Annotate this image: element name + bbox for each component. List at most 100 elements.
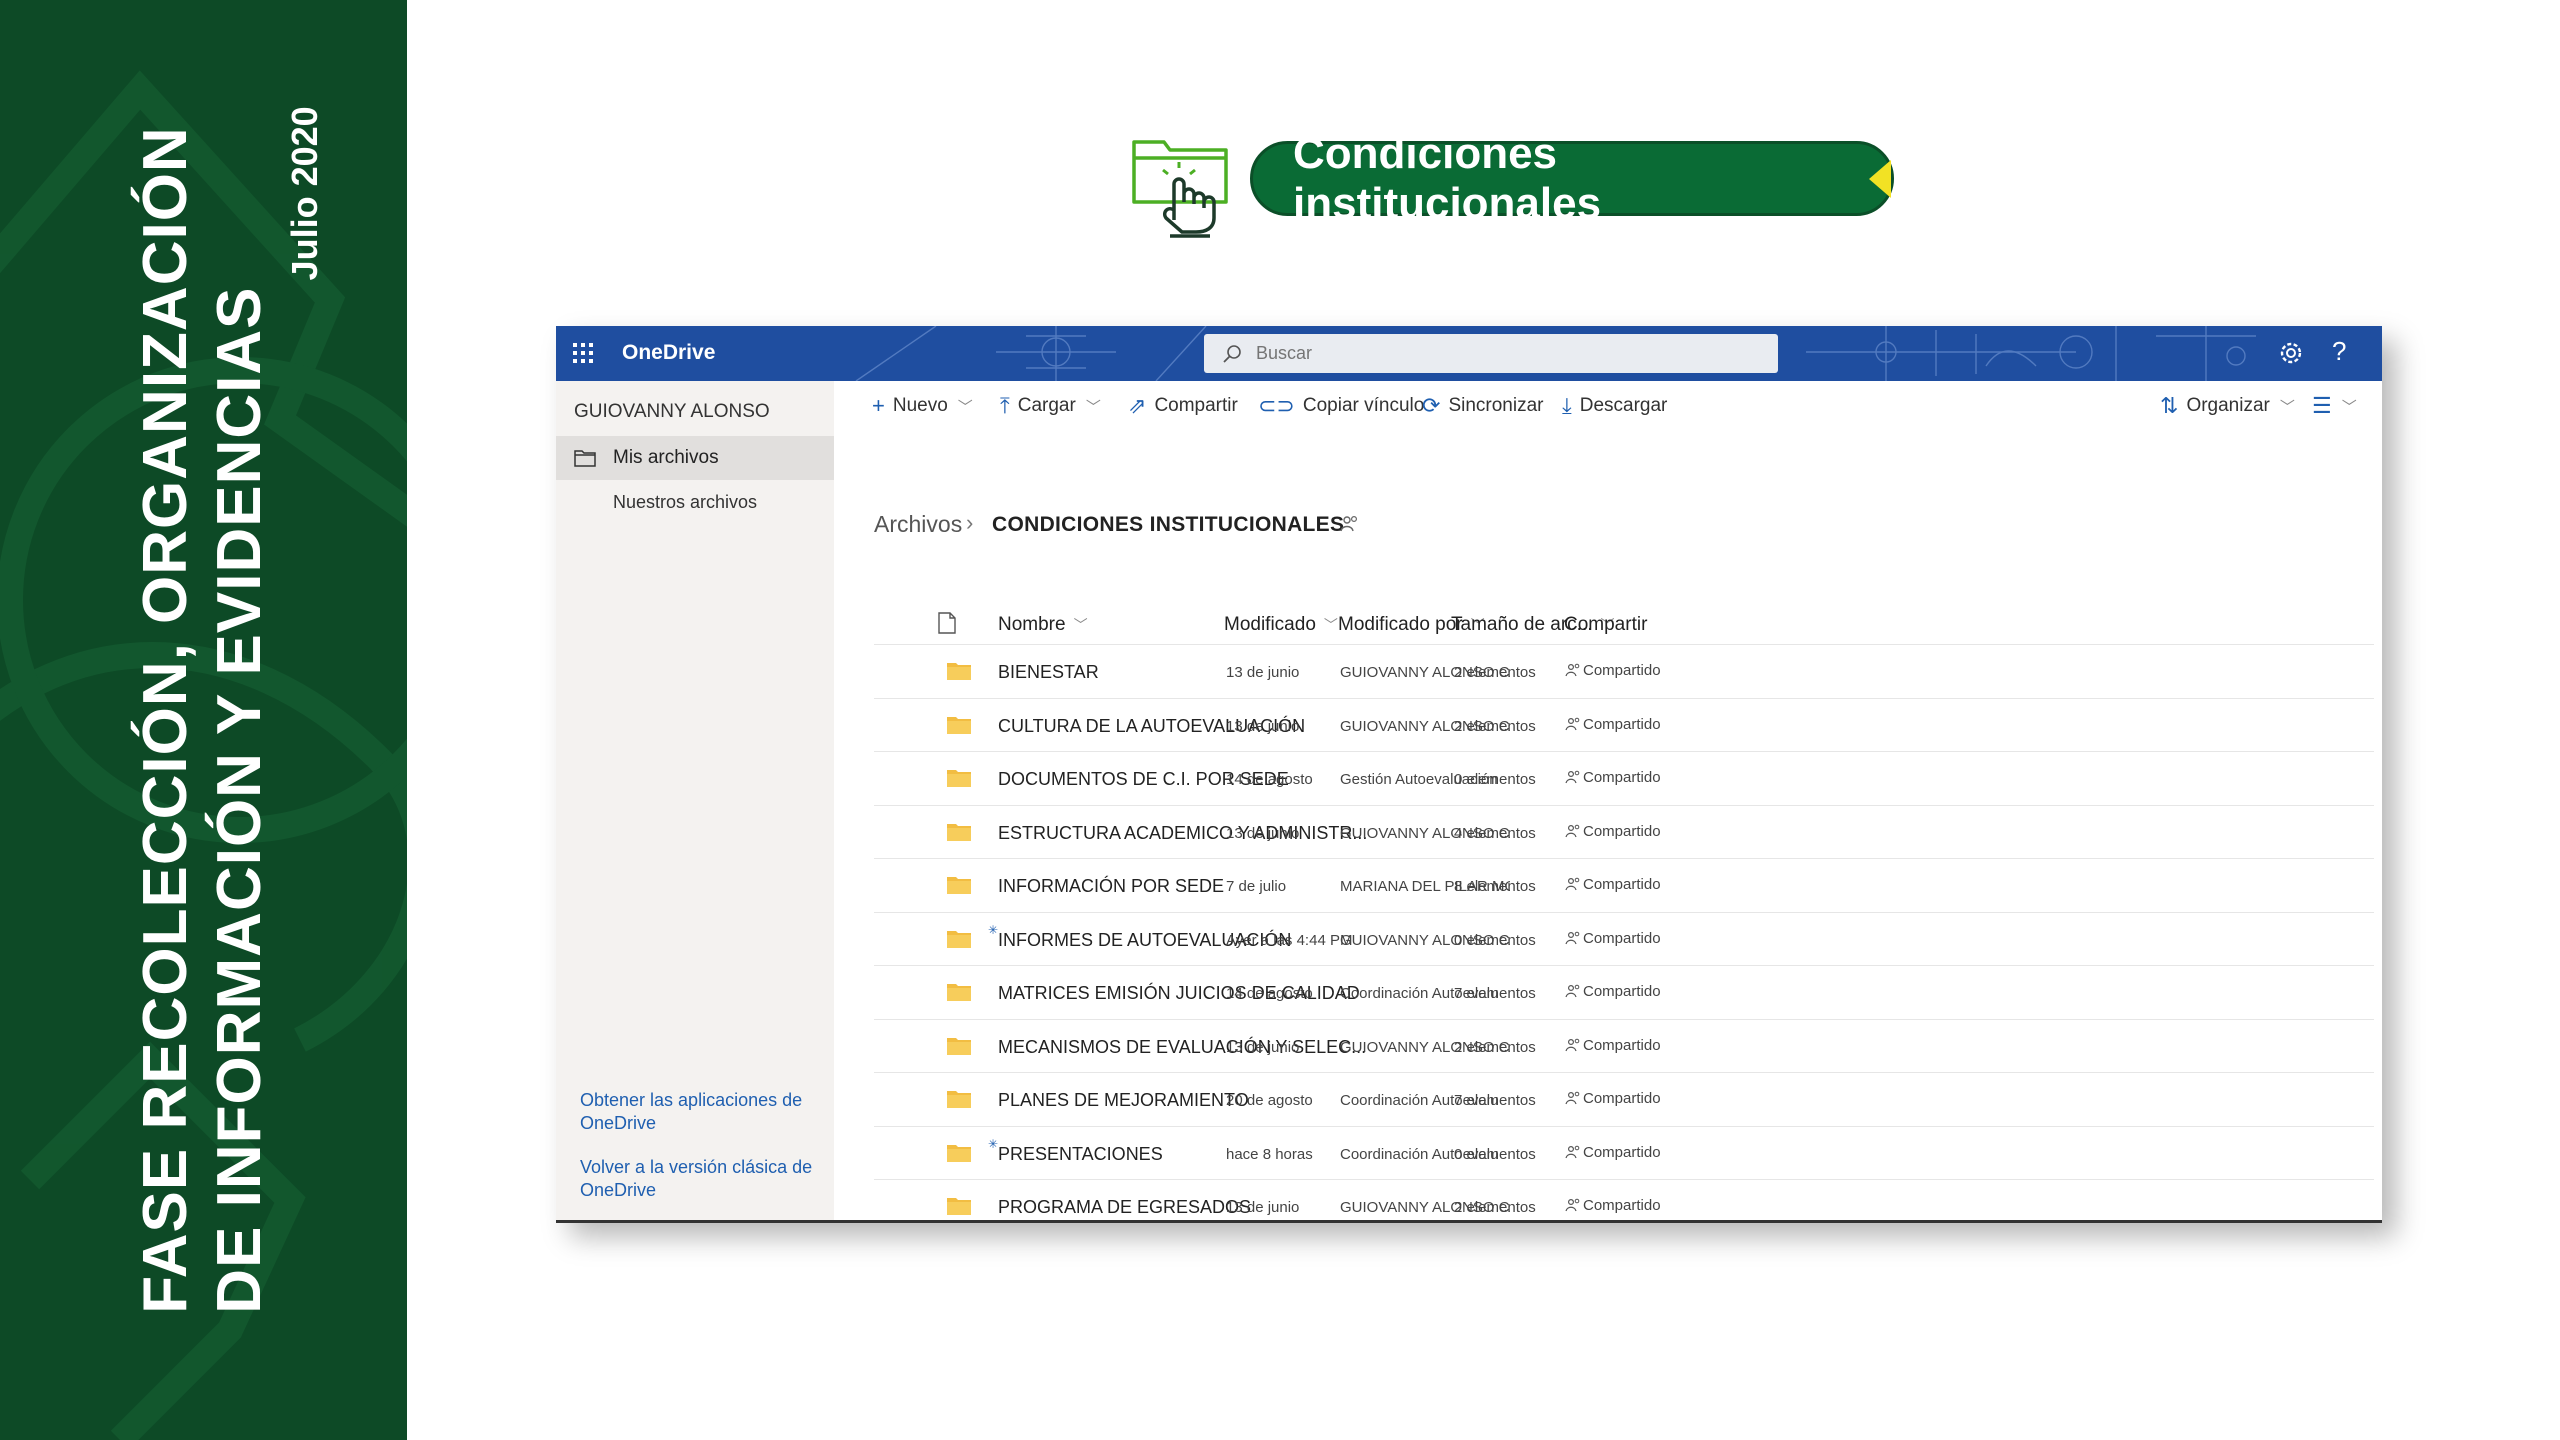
modified-date: hace 8 horas <box>1226 1145 1313 1163</box>
share-label: Compartir <box>1154 395 1238 416</box>
table-row[interactable]: ✳ PRESENTACIONES hace 8 horas Coordinación … <box>874 1125 2374 1179</box>
view-options-button[interactable]: ☰ ﹀ <box>2312 392 2357 420</box>
sharing-status[interactable]: Compartido <box>1565 769 1661 786</box>
nav-label: Nuestros archivos <box>613 491 758 512</box>
sharing-label: Compartido <box>1583 1197 1661 1214</box>
breadcrumb-root[interactable]: Archivos <box>874 511 962 538</box>
file-name[interactable]: MECANISMOS DE EVALUACIÓN Y SELEC... <box>998 1037 1366 1058</box>
modified-date: 13 de junio <box>1226 1038 1300 1056</box>
file-size: 2 elementos <box>1454 1199 1536 1216</box>
app-title[interactable]: OneDrive <box>622 341 715 365</box>
shared-people-icon <box>1340 515 1358 532</box>
file-name[interactable]: PROGRAMA DE EGRESADOS <box>998 1197 1251 1218</box>
file-size: 7 elementos <box>1454 1092 1536 1109</box>
onedrive-window: OneDrive ? GUIOVANNY ALONSO Mis archivos… <box>556 326 2382 1223</box>
plus-icon: + <box>872 393 885 418</box>
copy-link-button[interactable]: ⊂⊃ Copiar vínculo <box>1258 392 1424 420</box>
upload-button[interactable]: ⤒ Cargar ﹀ <box>1000 392 1101 420</box>
table-row[interactable]: PROGRAMA DE EGRESADOS 13 de junio GUIOVANN… <box>874 1179 2374 1223</box>
table-row[interactable]: ESTRUCTURA ACADEMICO Y ADMINISTR... 13 de… <box>874 804 2374 858</box>
table-row[interactable]: MECANISMOS DE EVALUACIÓN Y SELEC... 13 de… <box>874 1018 2374 1072</box>
breadcrumb-current: CONDICIONES INSTITUCIONALES <box>992 513 1345 536</box>
side-banner: FASE RECOLECCIÓN, ORGANIZACIÓN DE INFORM… <box>0 0 407 1440</box>
sharing-label: Compartido <box>1583 769 1661 786</box>
column-header-modificado[interactable]: Modificado ﹀ <box>1224 614 1338 636</box>
folder-icon <box>947 663 971 680</box>
window-bottom-border <box>556 1220 2382 1223</box>
file-type-icon[interactable] <box>938 612 956 634</box>
file-size: 2 elementos <box>1454 1038 1536 1056</box>
arrow-left-icon <box>1869 159 1891 198</box>
sharing-status[interactable]: Compartido <box>1565 983 1661 1000</box>
file-size: 0 elementos <box>1454 771 1536 788</box>
file-name[interactable]: BIENESTAR <box>998 662 1099 683</box>
file-size: 0 elementos <box>1454 1145 1536 1163</box>
download-button[interactable]: ⤓ Descargar <box>1562 392 1667 420</box>
sharing-status[interactable]: Compartido <box>1565 876 1661 893</box>
sort-button[interactable]: ⇅ Organizar ﹀ <box>2160 392 2295 420</box>
classic-version-link[interactable]: Volver a la versión clásica de OneDrive <box>580 1156 820 1202</box>
nav-item-mis-archivos[interactable]: Mis archivos <box>556 436 834 480</box>
table-row[interactable]: MATRICES EMISIÓN JUICIOS DE CALIDAD 14 de… <box>874 965 2374 1018</box>
chevron-down-icon: ﹀ <box>957 398 973 416</box>
column-header-nombre[interactable]: Nombre ﹀ <box>998 614 1088 636</box>
sort-icon: ⇅ <box>2160 393 2179 418</box>
shared-people-icon <box>1565 1091 1580 1105</box>
shared-people-icon <box>1565 717 1580 730</box>
banner-title-line1: FASE RECOLECCIÓN, ORGANIZACIÓN <box>131 126 200 1314</box>
banner-title-line2: DE INFORMACIÓN Y EVIDENCIAS <box>205 286 274 1314</box>
app-launcher-icon[interactable] <box>570 340 596 366</box>
file-size: 8 elementos <box>1454 878 1536 895</box>
section-title-pill: Condiciones institucionales <box>1250 129 1894 228</box>
table-row[interactable]: INFORMACIÓN POR SEDE 7 de julio MARIANA DE… <box>874 858 2374 911</box>
table-row[interactable]: BIENESTAR 13 de junio GUIOVANNY ALONSO CA 2… <box>874 644 2374 697</box>
banner-title: FASE RECOLECCIÓN, ORGANIZACIÓN DE INFORM… <box>129 106 325 1314</box>
sync-button[interactable]: ⟳ Sincronizar <box>1422 392 1543 420</box>
help-icon[interactable]: ? <box>2332 336 2356 370</box>
share-button[interactable]: ⇗ Compartir <box>1128 392 1238 420</box>
file-name[interactable]: PLANES DE MEJORAMIENTO <box>998 1090 1249 1111</box>
gear-icon[interactable] <box>2276 338 2306 368</box>
search-input[interactable] <box>1256 343 1778 364</box>
sharing-label: Compartido <box>1583 1036 1661 1054</box>
file-name[interactable]: PRESENTACIONES <box>998 1144 1163 1165</box>
file-name[interactable]: ESTRUCTURA ACADEMICO Y ADMINISTR... <box>998 823 1367 844</box>
shared-people-icon <box>1565 663 1580 677</box>
sync-label: Sincronizar <box>1448 395 1544 416</box>
table-row[interactable]: CULTURA DE LA AUTOEVALUACIÓN 13 de junio G… <box>874 697 2374 751</box>
chevron-down-icon: ﹀ <box>2341 398 2357 416</box>
sharing-status[interactable]: Compartido <box>1565 716 1661 733</box>
sharing-status[interactable]: Compartido <box>1565 1037 1661 1054</box>
file-name[interactable]: INFORMACIÓN POR SEDE <box>998 876 1224 897</box>
folder-icon <box>947 1091 971 1108</box>
list-view-icon: ☰ <box>2312 393 2332 418</box>
column-header-compartir[interactable]: Compartir <box>1564 614 1647 636</box>
download-label: Descargar <box>1579 395 1668 416</box>
sharing-label: Compartido <box>1583 822 1661 840</box>
sharing-status[interactable]: Compartido <box>1565 1090 1661 1107</box>
nav-item-nuestros-archivos[interactable]: Nuestros archivos <box>556 480 834 524</box>
modified-date: 13 de junio <box>1226 664 1300 681</box>
new-button[interactable]: + Nuevo ﹀ <box>872 392 973 420</box>
shared-people-icon <box>1565 1198 1580 1212</box>
get-apps-link[interactable]: Obtener las aplicaciones de OneDrive <box>580 1089 820 1135</box>
copy-link-label: Copiar vínculo <box>1302 395 1425 416</box>
table-row[interactable]: PLANES DE MEJORAMIENTO 20 de agosto Coordi… <box>874 1072 2374 1125</box>
modified-date: Ayer a las 4:44 PM <box>1226 931 1353 949</box>
sharing-status[interactable]: Compartido <box>1565 1144 1661 1161</box>
sharing-status[interactable]: Compartido <box>1565 662 1661 679</box>
file-size: 7 elementos <box>1454 985 1536 1002</box>
sharing-status[interactable]: Compartido <box>1565 1197 1661 1214</box>
folder-outline-icon <box>574 450 596 467</box>
sharing-status[interactable]: Compartido <box>1565 930 1661 947</box>
table-row[interactable]: DOCUMENTOS DE C.I. POR SEDE 14 de agosto G… <box>874 751 2374 804</box>
sharing-status[interactable]: Compartido <box>1565 823 1661 840</box>
table-row[interactable]: ✳ INFORMES DE AUTOEVALUACIÓN Ayer a las 4:… <box>874 911 2374 965</box>
folder-icon <box>947 770 971 787</box>
folder-icon <box>947 877 971 894</box>
left-nav: GUIOVANNY ALONSO Mis archivos Nuestros a… <box>556 381 834 1223</box>
shared-people-icon <box>1565 1145 1580 1158</box>
search-box[interactable] <box>1204 334 1778 373</box>
modified-date: 20 de agosto <box>1226 1092 1313 1109</box>
upload-label: Cargar <box>1017 395 1076 416</box>
